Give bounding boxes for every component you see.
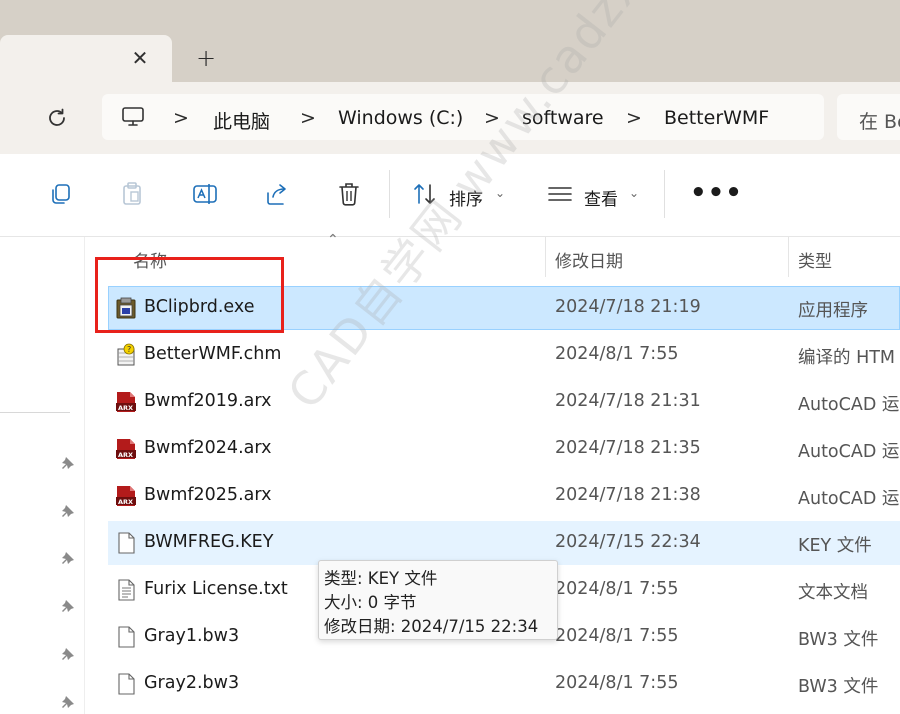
- file-type: AutoCAD 运: [798, 442, 900, 462]
- file-date: 2024/8/1 7:55: [555, 579, 679, 599]
- chevron-down-icon[interactable]: ⌄: [629, 186, 639, 200]
- search-input[interactable]: 在 Be: [859, 107, 900, 134]
- tooltip-size: 大小: 0 字节: [324, 593, 417, 612]
- column-header-type[interactable]: 类型: [798, 247, 832, 272]
- rename-icon[interactable]: [192, 181, 218, 207]
- pin-icon[interactable]: [60, 455, 76, 471]
- more-options-button[interactable]: •••: [690, 178, 743, 208]
- close-tab-icon[interactable]: ✕: [130, 46, 150, 70]
- chevron-right-icon[interactable]: >: [300, 107, 316, 129]
- svg-text:?: ?: [127, 345, 131, 354]
- sort-icon[interactable]: [412, 181, 438, 207]
- file-date: 2024/8/1 7:55: [555, 626, 679, 646]
- delete-icon[interactable]: [336, 181, 362, 207]
- file-type: AutoCAD 运: [798, 489, 900, 509]
- file-name[interactable]: Bwmf2019.arx: [144, 391, 271, 411]
- paste-icon[interactable]: [119, 181, 145, 207]
- file-type: KEY 文件: [798, 536, 872, 556]
- pin-icon[interactable]: [60, 694, 76, 710]
- toolbar-divider: [389, 170, 390, 218]
- file-icon: [118, 626, 135, 648]
- file-date: 2024/7/15 22:34: [555, 532, 701, 552]
- copy-icon[interactable]: [48, 181, 74, 207]
- file-date: 2024/7/18 21:38: [555, 485, 701, 505]
- breadcrumb-drive-c[interactable]: Windows (C:): [338, 107, 463, 129]
- view-icon[interactable]: [547, 181, 573, 207]
- file-type: 应用程序: [798, 301, 868, 321]
- toolbar-divider: [664, 170, 665, 218]
- file-type: BW3 文件: [798, 630, 879, 650]
- computer-icon[interactable]: [121, 106, 145, 128]
- sort-ascending-icon: ⌃: [327, 232, 339, 248]
- breadcrumb-this-pc[interactable]: 此电脑: [213, 107, 270, 134]
- tooltip-type: 类型: KEY 文件: [324, 569, 438, 588]
- arx-icon: ARX: [116, 392, 136, 412]
- share-icon[interactable]: [264, 181, 290, 207]
- sort-button[interactable]: 排序: [449, 185, 483, 210]
- file-date: 2024/7/18 21:31: [555, 391, 701, 411]
- file-type: 文本文档: [798, 583, 868, 603]
- file-date: 2024/7/18 21:35: [555, 438, 701, 458]
- new-tab-icon[interactable]: +: [196, 44, 216, 72]
- column-divider[interactable]: [545, 237, 546, 277]
- chevron-right-icon[interactable]: >: [173, 107, 189, 129]
- chm-icon: ?: [117, 343, 135, 366]
- file-type: AutoCAD 运: [798, 395, 900, 415]
- file-name[interactable]: Gray2.bw3: [144, 673, 239, 693]
- pin-icon[interactable]: [60, 550, 76, 566]
- file-icon: [118, 532, 135, 554]
- column-header-date[interactable]: 修改日期: [555, 247, 623, 272]
- pin-icon[interactable]: [60, 646, 76, 662]
- arx-icon: ARX: [116, 486, 136, 506]
- file-date: 2024/7/18 21:19: [555, 297, 701, 317]
- file-name[interactable]: Bwmf2025.arx: [144, 485, 271, 505]
- file-name[interactable]: BetterWMF.chm: [144, 344, 281, 364]
- file-icon: [118, 673, 135, 695]
- arx-icon: ARX: [116, 439, 136, 459]
- refresh-icon[interactable]: [45, 106, 69, 130]
- nav-divider: [0, 412, 70, 413]
- breadcrumb-software[interactable]: software: [522, 107, 604, 129]
- file-name[interactable]: Gray1.bw3: [144, 626, 239, 646]
- navigation-pane: [0, 237, 85, 714]
- svg-text:ARX: ARX: [118, 451, 133, 459]
- view-button[interactable]: 查看: [584, 185, 618, 210]
- chevron-right-icon[interactable]: >: [484, 107, 500, 129]
- breadcrumb-betterwmf[interactable]: BetterWMF: [664, 107, 769, 129]
- svg-text:ARX: ARX: [118, 404, 133, 412]
- file-name[interactable]: BWMFREG.KEY: [144, 532, 273, 552]
- file-name[interactable]: Furix License.txt: [144, 579, 288, 599]
- chevron-right-icon[interactable]: >: [626, 107, 642, 129]
- txt-icon: [118, 579, 135, 601]
- file-date: 2024/8/1 7:55: [555, 673, 679, 693]
- svg-text:ARX: ARX: [118, 498, 133, 506]
- column-divider[interactable]: [788, 237, 789, 277]
- file-type: 编译的 HTM: [798, 348, 896, 368]
- file-name[interactable]: Bwmf2024.arx: [144, 438, 271, 458]
- pin-icon[interactable]: [60, 598, 76, 614]
- file-date: 2024/8/1 7:55: [555, 344, 679, 364]
- file-type: BW3 文件: [798, 677, 879, 697]
- highlight-box: [95, 257, 284, 333]
- chevron-down-icon[interactable]: ⌄: [495, 186, 505, 200]
- tooltip-modified: 修改日期: 2024/7/15 22:34: [324, 617, 539, 636]
- pin-icon[interactable]: [60, 503, 76, 519]
